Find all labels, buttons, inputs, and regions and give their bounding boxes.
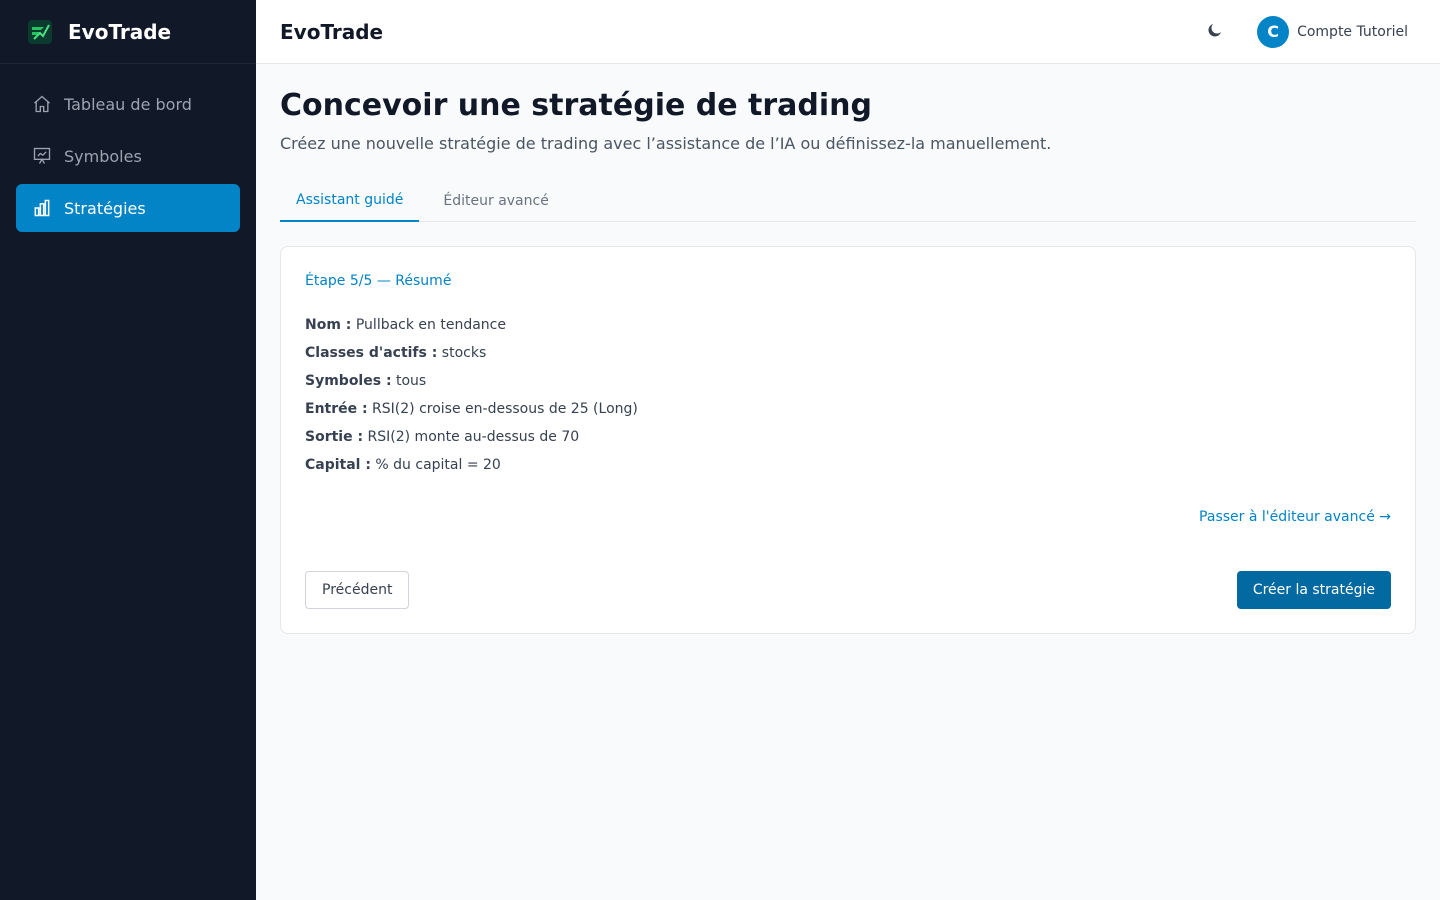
summary-value: stocks (441, 345, 487, 361)
summary-row-asset-classes: Classes d'actifs : stocks (305, 343, 1391, 363)
summary-key: Nom : (305, 317, 352, 333)
user-menu[interactable]: C Compte Tutoriel (1257, 15, 1408, 48)
summary-value: % du capital = 20 (375, 457, 501, 473)
page-title: Concevoir une stratégie de trading (280, 88, 873, 123)
presentation-chart-icon (32, 146, 52, 166)
brand-name: EvoTrade (68, 19, 172, 44)
brand[interactable]: EvoTrade (0, 0, 256, 64)
evotrade-logo-icon (28, 19, 52, 44)
page-subtitle: Créez une nouvelle stratégie de trading … (280, 134, 1052, 153)
summary-row-exit: Sortie : RSI(2) monte au-dessus de 70 (305, 427, 1391, 447)
sidebar-item-strategies[interactable]: Stratégies (16, 184, 240, 232)
switch-to-advanced-editor-link[interactable]: Passer à l'éditeur avancé → (1199, 509, 1391, 525)
header-title: EvoTrade (280, 19, 384, 44)
previous-button[interactable]: Précédent (305, 571, 410, 609)
summary-value: tous (396, 373, 427, 389)
user-name: Compte Tutoriel (1297, 23, 1408, 40)
sidebar-item-symbols[interactable]: Symboles (16, 132, 240, 180)
summary-key: Classes d'actifs : (305, 345, 438, 361)
summary-row-capital: Capital : % du capital = 20 (305, 455, 1391, 475)
bar-chart-icon (32, 198, 52, 218)
summary-key: Entrée : (305, 401, 368, 417)
main-content: Concevoir une stratégie de trading Créez… (280, 64, 1416, 634)
top-header: EvoTrade C Compte Tutoriel (256, 0, 1440, 64)
summary-value: RSI(2) croise en-dessous de 25 (Long) (372, 401, 638, 417)
moon-icon (1206, 21, 1224, 43)
summary-value: Pullback en tendance (355, 317, 506, 333)
home-icon (32, 94, 52, 114)
sidebar: EvoTrade Tableau de bord Symboles Straté… (0, 0, 256, 900)
summary-row-name: Nom : Pullback en tendance (305, 315, 1391, 335)
summary-row-entry: Entrée : RSI(2) croise en-dessous de 25 … (305, 399, 1391, 419)
tab-advanced-editor[interactable]: Éditeur avancé (427, 180, 564, 222)
tab-guided-assistant[interactable]: Assistant guidé (280, 180, 420, 222)
sidebar-item-label: Symboles (64, 146, 142, 166)
step-label: Étape 5/5 — Résumé (305, 273, 452, 289)
avatar: C (1257, 15, 1290, 48)
summary-value: RSI(2) monte au-dessus de 70 (367, 429, 580, 445)
sidebar-item-label: Stratégies (64, 198, 146, 218)
summary-key: Sortie : (305, 429, 364, 445)
theme-toggle-button[interactable] (1199, 16, 1231, 48)
wizard-card: Étape 5/5 — Résumé Nom : Pullback en ten… (280, 246, 1416, 634)
sidebar-nav: Tableau de bord Symboles Stratégies (0, 64, 256, 252)
sidebar-item-dashboard[interactable]: Tableau de bord (16, 80, 240, 128)
sidebar-item-label: Tableau de bord (64, 94, 192, 114)
summary-key: Symboles : (305, 373, 392, 389)
tabs: Assistant guidé Éditeur avancé (280, 180, 1416, 222)
summary-list: Nom : Pullback en tendance Classes d'act… (305, 315, 1391, 475)
summary-key: Capital : (305, 457, 371, 473)
create-strategy-button[interactable]: Créer la stratégie (1236, 571, 1391, 609)
summary-row-symbols: Symboles : tous (305, 371, 1391, 391)
